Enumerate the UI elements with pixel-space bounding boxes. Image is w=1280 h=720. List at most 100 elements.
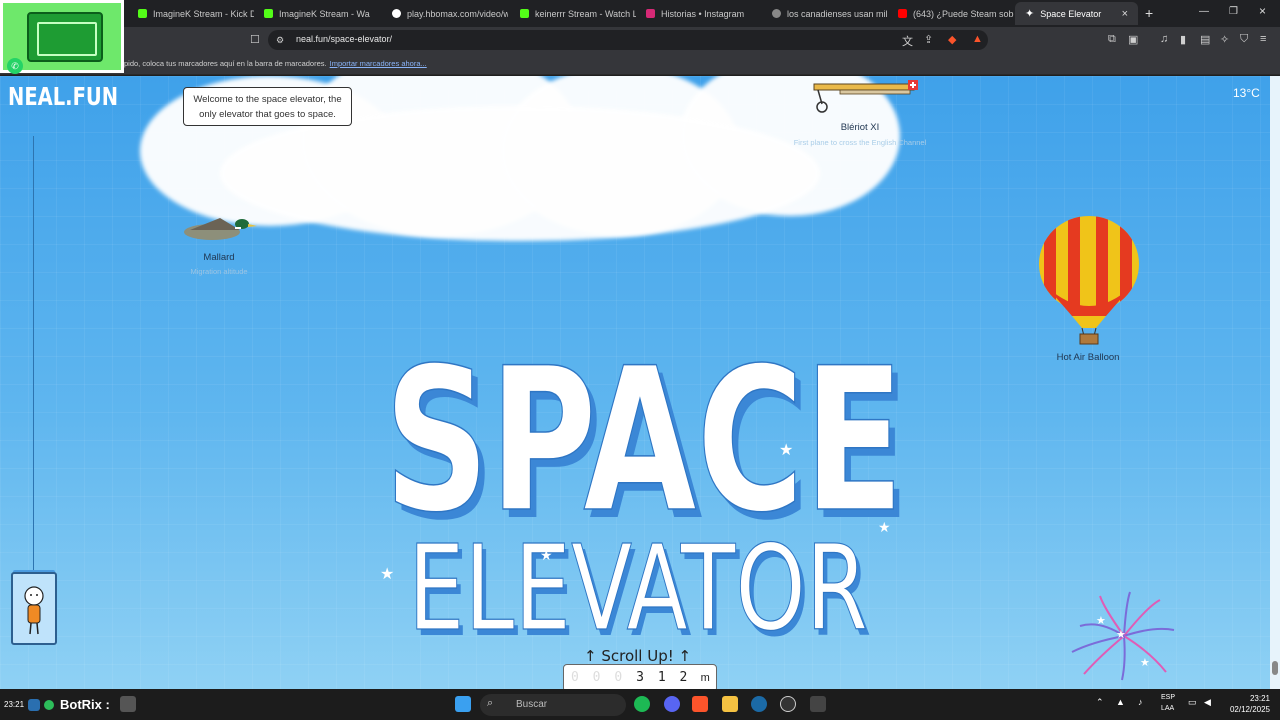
leo-ai-icon[interactable]: ✧ bbox=[1220, 33, 1229, 46]
discord-icon[interactable] bbox=[664, 696, 680, 712]
obs-icon[interactable] bbox=[780, 696, 796, 712]
tray-chevron-icon[interactable]: ⌃ bbox=[1096, 697, 1104, 708]
tray-lang-bottom[interactable]: LAA bbox=[1161, 705, 1174, 712]
steam-icon[interactable] bbox=[751, 696, 767, 712]
tab-label: ImagineK Stream - Kick De bbox=[153, 8, 254, 19]
kick-icon bbox=[520, 9, 529, 18]
search-placeholder: Buscar bbox=[516, 699, 548, 710]
scroll-up-hint: ↑ Scroll Up! ↑ bbox=[584, 647, 692, 665]
vpn-icon[interactable]: ⛉ bbox=[1240, 33, 1248, 46]
instagram-icon bbox=[646, 9, 655, 18]
check-icon bbox=[44, 700, 54, 710]
brave-rewards-icon[interactable]: ▲ bbox=[972, 33, 983, 45]
tray-volume-icon[interactable]: ◀ bbox=[1204, 697, 1211, 708]
star-icon: ★ bbox=[380, 566, 394, 583]
restore-icon[interactable]: ❐ bbox=[1229, 6, 1238, 17]
site-info-icon[interactable]: ⚙ bbox=[276, 35, 284, 46]
url-text[interactable]: neal.fun/space-elevator/ bbox=[296, 34, 392, 44]
tab-label: Space Elevator bbox=[1040, 8, 1102, 19]
svg-text:★: ★ bbox=[1140, 657, 1150, 669]
star-icon: ★ bbox=[540, 547, 553, 563]
media-icon[interactable]: ♫ bbox=[1160, 33, 1168, 45]
screenshot-icon[interactable]: ▣ bbox=[1128, 33, 1138, 46]
brave-icon[interactable] bbox=[692, 696, 708, 712]
star-icon: ★ bbox=[779, 442, 793, 459]
svg-text:★: ★ bbox=[1116, 629, 1126, 641]
tray-lang-top[interactable]: ESP bbox=[1161, 694, 1175, 701]
scrollbar-thumb[interactable] bbox=[1272, 661, 1278, 675]
tray-network-icon[interactable]: ▭ bbox=[1188, 697, 1197, 708]
youtube-icon bbox=[898, 9, 907, 18]
bleriot-label: Blériot XI bbox=[840, 122, 880, 133]
elevator-cable bbox=[33, 136, 34, 572]
clock-time: 23:21 bbox=[1249, 694, 1270, 703]
whatsapp-icon: ✆ bbox=[7, 58, 23, 74]
hot-air-balloon-icon bbox=[1039, 216, 1139, 345]
kick-icon bbox=[264, 9, 273, 18]
translate-icon[interactable]: 文 bbox=[902, 33, 913, 49]
counter-digit: 3 bbox=[636, 670, 644, 685]
windows-start-icon[interactable] bbox=[455, 696, 471, 712]
spotify-icon[interactable] bbox=[634, 696, 650, 712]
taskbar-search[interactable]: Buscar bbox=[480, 694, 626, 716]
counter-digit: 2 bbox=[679, 670, 688, 685]
import-bookmarks-link[interactable]: Importar marcadores ahora... bbox=[330, 59, 427, 68]
counter-digit: 0 bbox=[592, 670, 601, 685]
extensions-icon[interactable]: ⧉ bbox=[1108, 33, 1116, 46]
bleriot-plane-icon bbox=[813, 80, 918, 113]
wallet-icon[interactable]: ▤ bbox=[1200, 33, 1210, 46]
file-explorer-icon[interactable] bbox=[722, 696, 738, 712]
welcome-line: Welcome to the space elevator, the bbox=[193, 94, 342, 105]
temperature-readout: 13°C bbox=[1233, 86, 1260, 100]
mallard-label: Mallard bbox=[203, 252, 235, 263]
browser-tab[interactable]: play.hbomax.com/video/w bbox=[382, 2, 508, 25]
browser-tab-active[interactable]: ✦ Space Elevator × bbox=[1015, 2, 1138, 25]
counter-digit: 1 bbox=[657, 670, 666, 685]
counter-digit: 0 bbox=[570, 670, 579, 685]
stream-overlay-logo: ✆ bbox=[0, 0, 124, 74]
mallard-duck-icon bbox=[184, 218, 257, 240]
tab-label: (643) ¿Puede Steam sobre bbox=[913, 8, 1014, 19]
tab-label: ImagineK Stream - Wa bbox=[279, 8, 370, 19]
bookmark-bar-hint: pido, coloca tus marcadores aquí en la b… bbox=[124, 59, 427, 68]
hbomax-icon bbox=[392, 9, 401, 18]
bookmark-hint-text: pido, coloca tus marcadores aquí en la b… bbox=[124, 59, 327, 68]
browser-tab[interactable]: Historias • Instagram bbox=[636, 2, 762, 25]
welcome-bubble: Welcome to the space elevator, the only … bbox=[183, 87, 352, 126]
taskbar-clock[interactable]: 23:21 02/12/2025 bbox=[1222, 693, 1270, 715]
space-elevator-title: SPACE SPACE ELEVATOR ELEVATOR ★ ★ ★ ★ bbox=[380, 334, 910, 639]
new-tab-button[interactable]: + bbox=[1145, 5, 1153, 21]
pc-case-icon bbox=[27, 12, 103, 62]
bleriot-caption: First plane to cross the English Channel bbox=[793, 138, 927, 147]
tab-label: los canadienses usan mills bbox=[787, 8, 888, 19]
botrix-label: BotRix : bbox=[60, 697, 110, 712]
brave-shield-icon[interactable]: ◆ bbox=[948, 33, 956, 46]
page-scrollbar[interactable] bbox=[1270, 76, 1280, 689]
share-icon[interactable]: ⇪ bbox=[924, 33, 933, 46]
firework-icon: ★ ★ ★ bbox=[1071, 591, 1175, 681]
overlay-time: 23:21 bbox=[4, 700, 25, 709]
menu-icon[interactable]: ≡ bbox=[1260, 33, 1266, 45]
search-result-icon bbox=[772, 9, 781, 18]
browser-tab[interactable]: (643) ¿Puede Steam sobre bbox=[888, 2, 1014, 25]
tray-gamepad-icon[interactable]: ▲ bbox=[1116, 697, 1125, 707]
browser-tab[interactable]: keinerrr Stream - Watch Li bbox=[510, 2, 636, 25]
robot-icon bbox=[120, 696, 136, 712]
sidebar-icon[interactable]: ▮ bbox=[1180, 33, 1186, 46]
space-elevator-page[interactable]: NEAL.FUN Welcome to the space elevator, … bbox=[0, 76, 1280, 689]
tray-mic-icon[interactable]: ♪ bbox=[1138, 697, 1143, 707]
stick-figure-passenger-icon bbox=[24, 586, 44, 635]
close-window-icon[interactable]: × bbox=[1259, 4, 1266, 18]
app-icon[interactable] bbox=[28, 699, 40, 711]
close-tab-icon[interactable]: × bbox=[1122, 8, 1128, 20]
app-icon[interactable] bbox=[810, 696, 826, 712]
bookmark-icon[interactable]: ☐ bbox=[250, 33, 260, 46]
svg-text:★: ★ bbox=[1096, 615, 1106, 627]
browser-tab[interactable]: ImagineK Stream - Wa bbox=[254, 2, 378, 25]
minimize-icon[interactable]: — bbox=[1199, 6, 1209, 17]
neal-fun-logo[interactable]: NEAL.FUN bbox=[8, 82, 118, 111]
browser-tab[interactable]: ImagineK Stream - Kick De bbox=[128, 2, 254, 25]
elevator-cab bbox=[11, 572, 57, 645]
browser-tab[interactable]: los canadienses usan mills bbox=[762, 2, 888, 25]
tab-label: Historias • Instagram bbox=[661, 8, 745, 19]
